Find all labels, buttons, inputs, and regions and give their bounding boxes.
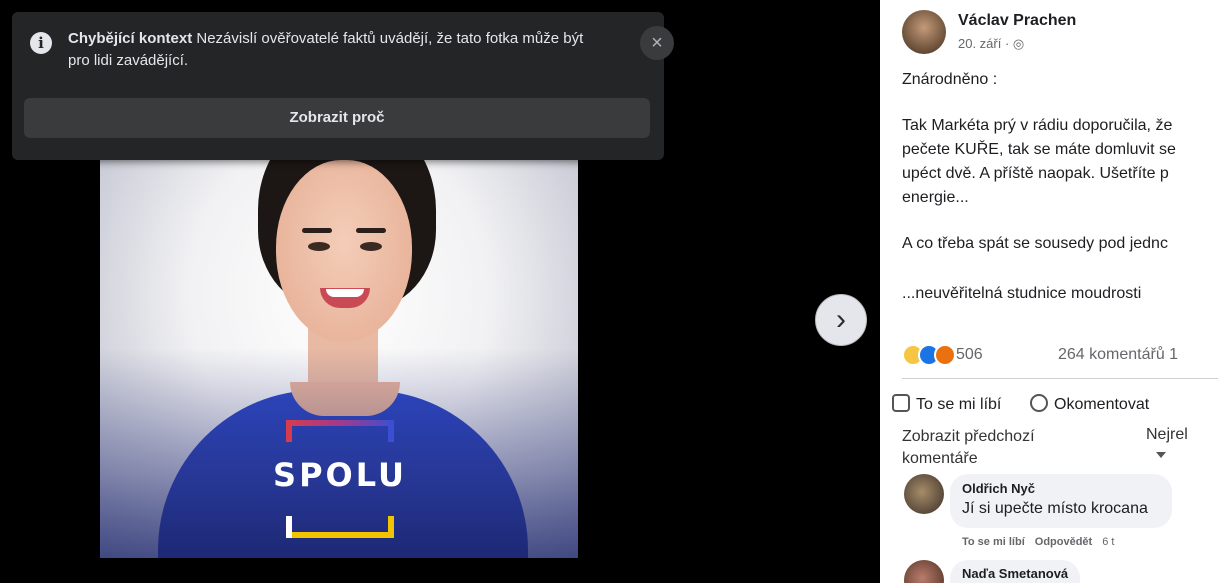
- chevron-down-icon[interactable]: [1156, 452, 1166, 458]
- post-photo[interactable]: SPOLU: [100, 120, 578, 558]
- post-text-line: Znárodněno :: [902, 71, 998, 88]
- photo-teeth: [326, 289, 364, 297]
- like-button[interactable]: To se mi líbí: [892, 392, 1001, 418]
- post-text-line: energie...: [902, 189, 969, 206]
- photo-face: [276, 160, 412, 342]
- photo-eye-right: [360, 242, 382, 251]
- comment-label: Okomentovat: [1054, 396, 1150, 413]
- reaction-count[interactable]: 506: [956, 342, 983, 368]
- close-button[interactable]: ×: [640, 26, 674, 60]
- thumbs-up-icon: [892, 394, 910, 412]
- comment-bubble: Oldřich Nyč Jí si upečte místo krocana: [950, 474, 1172, 528]
- avatar[interactable]: [902, 10, 946, 54]
- post-text-line: A co třeba spát se sousedy pod jednc: [902, 235, 1168, 252]
- angry-reaction-icon: [934, 344, 956, 366]
- logo-bar-bottom-left: [286, 516, 292, 538]
- comment-text: Jí si upečte místo krocana: [962, 500, 1148, 517]
- comment-reply-link[interactable]: Odpovědět: [1035, 536, 1092, 548]
- comment-author[interactable]: Oldřich Nyč: [962, 481, 1035, 496]
- photo-viewer: SPOLU i Chybějící kontext Nezávislí ověř…: [0, 0, 880, 583]
- comments-count[interactable]: 264 komentářů 1: [1058, 342, 1178, 368]
- comment-like-link[interactable]: To se mi líbí: [962, 536, 1025, 548]
- logo-bar-top-right: [388, 420, 394, 442]
- next-photo-button[interactable]: ›: [815, 294, 867, 346]
- logo-bar-bottom: [286, 532, 394, 538]
- logo-text: SPOLU: [273, 456, 407, 494]
- sort-dropdown[interactable]: Nejrel: [1146, 426, 1188, 444]
- post-text-line: Tak Markéta prý v rádiu doporučila, že: [902, 117, 1173, 134]
- photo-brow-right: [356, 228, 386, 233]
- post-text-line: pečete KUŘE, tak se máte domluvit se: [902, 141, 1176, 158]
- comment-icon: [1030, 394, 1048, 412]
- comment-author[interactable]: Naďa Smetanová: [962, 566, 1068, 581]
- like-label: To se mi líbí: [916, 396, 1002, 413]
- notice-title: Chybějící kontext: [68, 30, 193, 47]
- missing-context-notice: i Chybějící kontext Nezávislí ověřovatel…: [12, 12, 674, 160]
- comment-button[interactable]: Okomentovat: [1030, 392, 1149, 418]
- post-date[interactable]: 20. září · ◎: [958, 36, 1024, 52]
- post-author[interactable]: Václav Prachen: [958, 12, 1076, 30]
- info-icon: i: [30, 32, 52, 54]
- post-panel: Václav Prachen 20. září · ◎ Znárodněno :…: [880, 0, 1218, 583]
- comment-time[interactable]: 6 t: [1102, 536, 1114, 548]
- comment-actions: To se mi líbí Odpovědět 6 t: [962, 536, 1124, 548]
- logo-bar-top-left: [286, 420, 292, 442]
- divider: [902, 378, 1218, 379]
- photo-brow-left: [302, 228, 332, 233]
- comment-avatar[interactable]: [904, 474, 944, 514]
- show-why-button[interactable]: Zobrazit proč: [24, 98, 650, 138]
- photo-eye-left: [308, 242, 330, 251]
- logo-bar-bottom-right: [388, 516, 394, 538]
- logo-bar-top: [286, 420, 394, 426]
- comment-avatar[interactable]: [904, 560, 944, 583]
- post-text-line: ...neuvěřitelná studnice moudrosti: [902, 285, 1142, 302]
- comment-bubble: Naďa Smetanová: [950, 560, 1080, 583]
- spolu-logo: SPOLU: [268, 420, 412, 538]
- notice-text: Chybějící kontext Nezávislí ověřovatelé …: [68, 28, 608, 72]
- post-text-line: upéct dvě. A příště naopak. Ušetříte p: [902, 165, 1169, 182]
- view-previous-comments[interactable]: Zobrazit předchozí komentáře: [902, 426, 1052, 470]
